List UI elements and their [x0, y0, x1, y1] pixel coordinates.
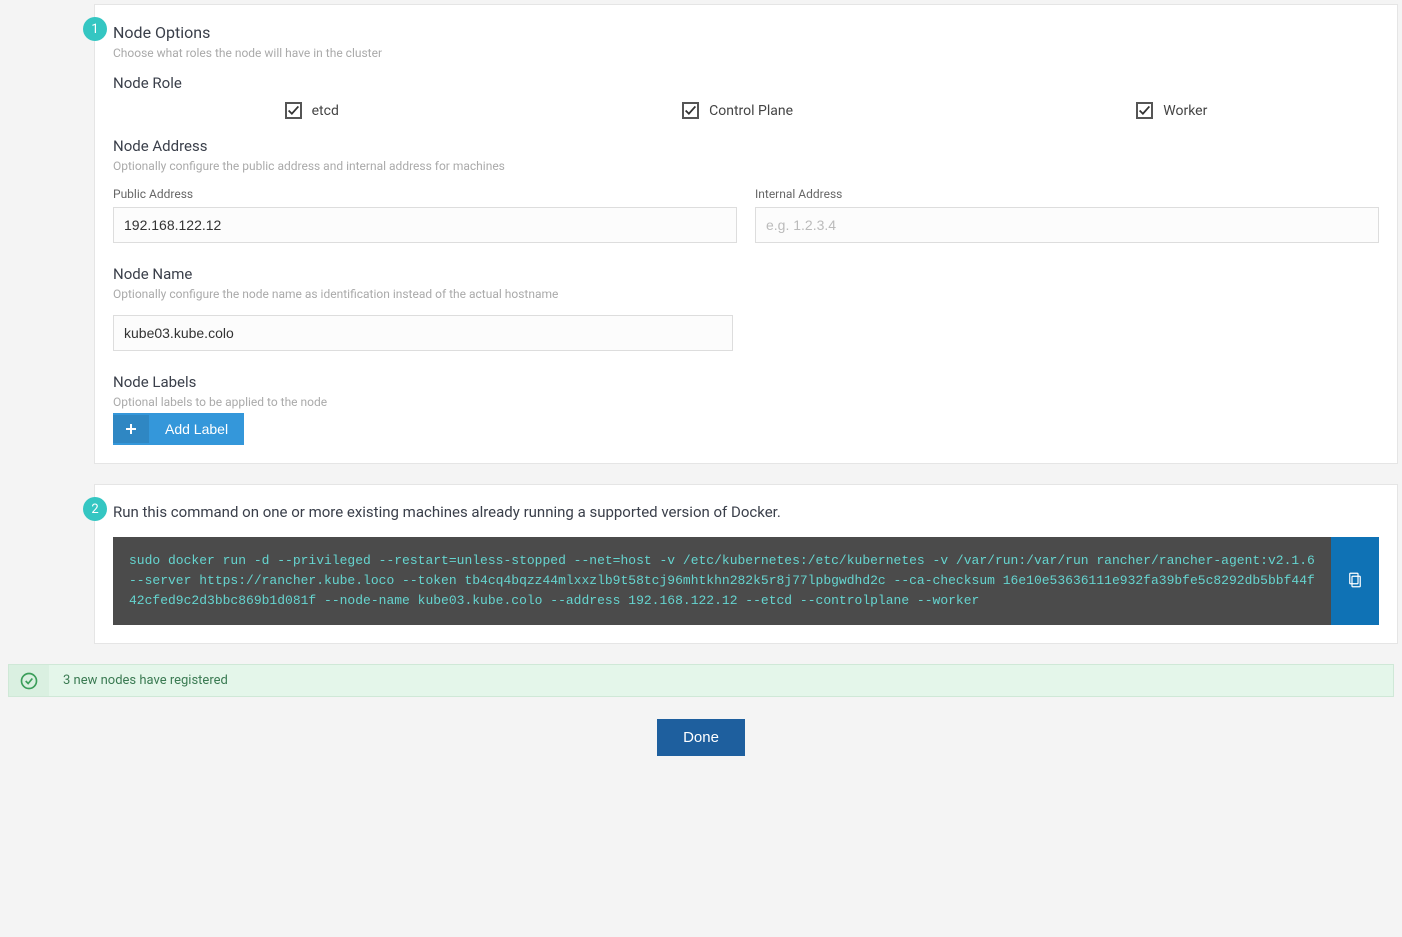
checkbox-worker-icon [1136, 102, 1153, 119]
role-worker[interactable]: Worker [1136, 102, 1207, 119]
add-label-text: Add Label [149, 413, 244, 445]
internal-address-input[interactable] [755, 207, 1379, 243]
clipboard-icon [1346, 571, 1364, 592]
add-label-button[interactable]: Add Label [113, 413, 244, 445]
node-name-input[interactable] [113, 315, 733, 351]
internal-address-label: Internal Address [755, 187, 1379, 201]
status-message: 3 new nodes have registered [49, 665, 242, 696]
node-role-row: etcd Control Plane Worker [113, 102, 1379, 119]
checkbox-etcd-icon [285, 102, 302, 119]
plus-icon [113, 415, 149, 443]
node-options-panel: 1 Node Options Choose what roles the nod… [94, 4, 1398, 464]
public-address-label: Public Address [113, 187, 737, 201]
role-etcd[interactable]: etcd [285, 102, 339, 119]
node-labels-subtitle: Optional labels to be applied to the nod… [113, 395, 1379, 409]
command-code: sudo docker run -d --privileged --restar… [113, 537, 1331, 625]
node-options-title: Node Options [113, 23, 1379, 42]
public-address-input[interactable] [113, 207, 737, 243]
node-labels-label: Node Labels [113, 373, 1379, 391]
role-worker-label: Worker [1163, 103, 1207, 119]
role-control-plane-label: Control Plane [709, 103, 793, 119]
run-command-instruction: Run this command on one or more existing… [113, 503, 1379, 521]
step-badge-1: 1 [83, 17, 107, 41]
node-address-subtitle: Optionally configure the public address … [113, 159, 1379, 173]
node-options-subtitle: Choose what roles the node will have in … [113, 46, 1379, 60]
copy-button[interactable] [1331, 537, 1379, 625]
role-etcd-label: etcd [312, 103, 339, 119]
node-name-label: Node Name [113, 265, 1379, 283]
checkbox-control-plane-icon [682, 102, 699, 119]
status-bar: 3 new nodes have registered [8, 664, 1394, 697]
node-name-subtitle: Optionally configure the node name as id… [113, 287, 1379, 301]
node-role-label: Node Role [113, 74, 1379, 92]
run-command-panel: 2 Run this command on one or more existi… [94, 484, 1398, 644]
check-circle-icon [9, 665, 49, 696]
role-control-plane[interactable]: Control Plane [682, 102, 793, 119]
done-button[interactable]: Done [657, 719, 745, 756]
node-address-label: Node Address [113, 137, 1379, 155]
step-badge-2: 2 [83, 497, 107, 521]
